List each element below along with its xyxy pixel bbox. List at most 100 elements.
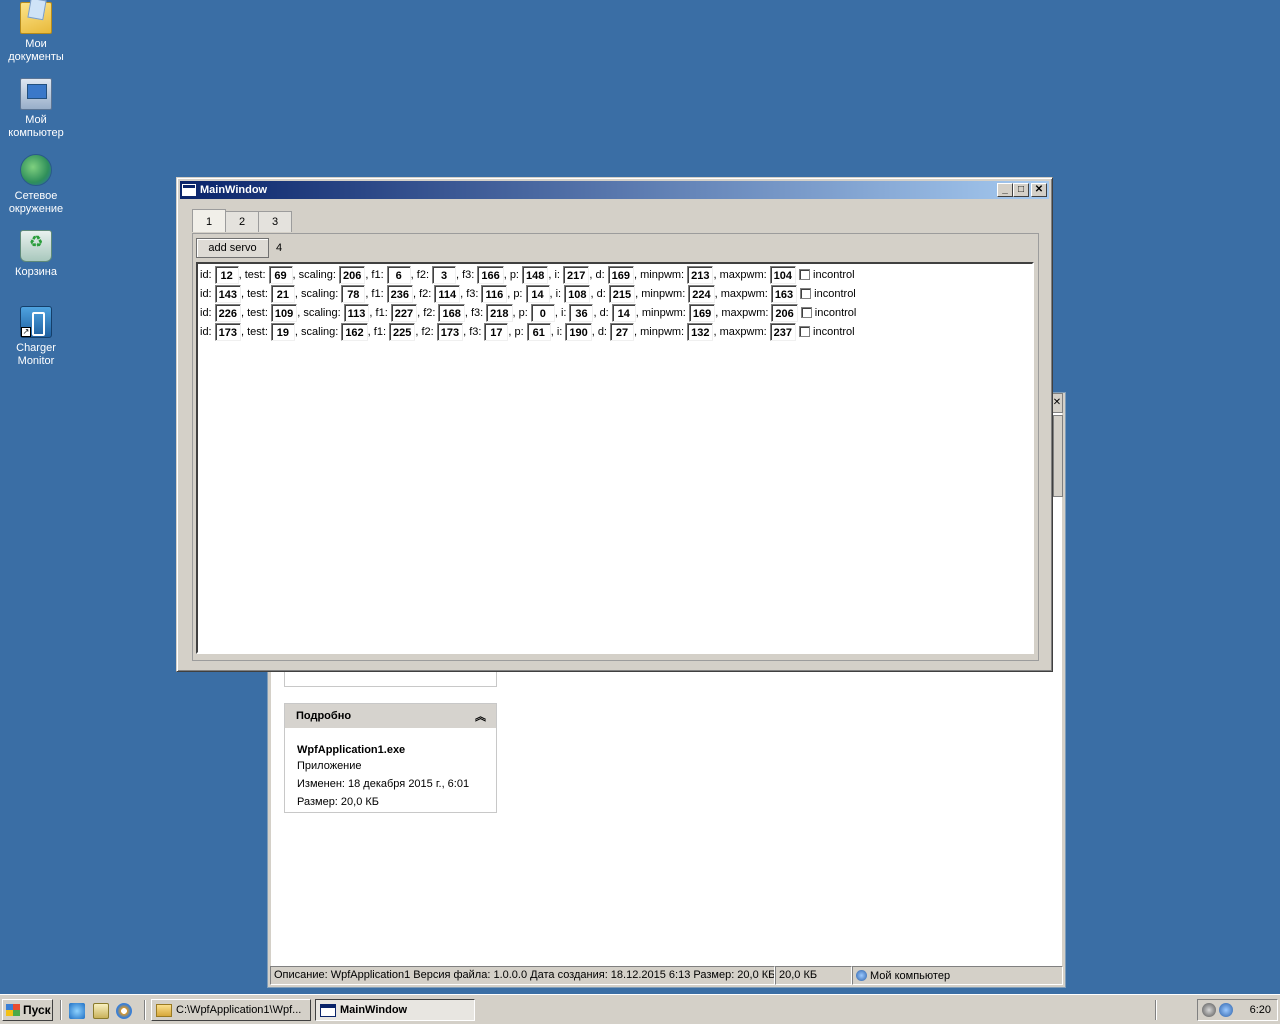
i-value-field[interactable]: 108: [564, 284, 591, 303]
f1-value-field[interactable]: 225: [389, 322, 416, 341]
f2-value-field[interactable]: 173: [436, 322, 464, 341]
d-value-field[interactable]: 169: [607, 265, 634, 284]
id-value-field[interactable]: 12: [214, 265, 239, 284]
desktop-icon-my-documents[interactable]: Мои документы: [0, 2, 72, 64]
servo-row: id: 12, test: 69, scaling: 206, f1: 6, f2: 3,…: [200, 265, 1032, 284]
minimize-button[interactable]: _: [997, 183, 1013, 197]
field-label-f1: , f1:: [365, 268, 384, 281]
id-value-field[interactable]: 143: [214, 284, 241, 303]
tray-app-icon[interactable]: [1202, 1003, 1216, 1017]
scaling-value-field[interactable]: 206: [338, 265, 366, 284]
tray-network-icon[interactable]: [1219, 1003, 1233, 1017]
servo-list[interactable]: id: 12, test: 69, scaling: 206, f1: 6, f2: 3,…: [196, 262, 1034, 654]
f2-value-field[interactable]: 168: [438, 303, 465, 322]
desktop-icon-network[interactable]: Сетевое окружение: [0, 154, 72, 216]
test-value-field[interactable]: 109: [270, 303, 298, 322]
incontrol-checkbox[interactable]: [799, 326, 811, 337]
field-label-d: , d:: [589, 268, 605, 281]
id-value-field[interactable]: 173: [214, 322, 241, 341]
window-icon: [182, 184, 196, 196]
desktop-icon-recycle-bin[interactable]: Корзина: [0, 230, 72, 279]
clock: 6:20: [1249, 1004, 1271, 1016]
f3-value-field[interactable]: 17: [484, 322, 509, 341]
incontrol-checkbox[interactable]: [800, 288, 812, 299]
taskbar-button-explorer[interactable]: C:\WpfApplication1\Wpf...: [151, 999, 311, 1021]
field-label-f3: , f3:: [456, 268, 475, 281]
desktop-icon-label: Корзина: [15, 266, 57, 278]
field-label-scaling: , scaling:: [297, 306, 341, 319]
field-label-minpwm: , minpwm:: [635, 287, 686, 300]
minpwm-value-field[interactable]: 224: [688, 284, 715, 303]
scaling-value-field[interactable]: 113: [343, 303, 370, 322]
f3-value-field[interactable]: 218: [486, 303, 513, 322]
minpwm-value-field[interactable]: 169: [688, 303, 716, 322]
scaling-value-field[interactable]: 78: [341, 284, 366, 303]
explorer-scrollbar[interactable]: [1053, 415, 1063, 497]
incontrol-label: incontrol: [813, 268, 855, 281]
media-player-icon[interactable]: [116, 1003, 132, 1019]
incontrol-checkbox[interactable]: [800, 307, 812, 318]
field-label-id: id:: [200, 268, 212, 281]
maximize-button[interactable]: □: [1013, 183, 1029, 197]
test-value-field[interactable]: 69: [268, 265, 293, 284]
incontrol-checkbox[interactable]: [799, 269, 811, 280]
minpwm-value-field[interactable]: 132: [687, 322, 714, 341]
d-value-field[interactable]: 14: [611, 303, 636, 322]
f1-value-field[interactable]: 236: [386, 284, 414, 303]
desktop-icon-charger-monitor[interactable]: ↗ Charger Monitor: [0, 306, 72, 368]
i-value-field[interactable]: 190: [565, 322, 592, 341]
maxpwm-value-field[interactable]: 163: [770, 284, 798, 303]
details-header[interactable]: Подробно ︽: [285, 704, 496, 728]
field-label-f2: , f2:: [413, 287, 432, 300]
i-value-field[interactable]: 217: [562, 265, 590, 284]
f1-value-field[interactable]: 227: [390, 303, 418, 322]
incontrol-label: incontrol: [814, 306, 857, 319]
tab-1[interactable]: 1: [192, 209, 226, 232]
p-value-field[interactable]: 61: [526, 322, 551, 341]
desktop-icon-my-computer[interactable]: Мой компьютер: [0, 78, 72, 140]
p-value-field[interactable]: 0: [530, 303, 555, 322]
d-value-field[interactable]: 215: [608, 284, 636, 303]
field-label-d: , d:: [590, 287, 606, 300]
tab-content: add servo 4 id: 12, test: 69, scaling: 206,…: [192, 233, 1039, 661]
d-value-field[interactable]: 27: [610, 322, 634, 341]
field-label-maxpwm: , maxpwm:: [713, 268, 767, 281]
field-label-i: , i:: [549, 287, 562, 300]
f3-value-field[interactable]: 116: [481, 284, 508, 303]
collapse-chevron-icon[interactable]: ︽: [475, 708, 486, 724]
start-button[interactable]: Пуск: [2, 999, 53, 1021]
window-icon: [320, 1003, 336, 1017]
tab-3[interactable]: 3: [258, 211, 292, 232]
minpwm-value-field[interactable]: 213: [687, 265, 714, 284]
id-value-field[interactable]: 226: [214, 303, 241, 322]
add-servo-button[interactable]: add servo: [196, 238, 269, 258]
maxpwm-value-field[interactable]: 206: [771, 303, 798, 322]
explorer-status-bar: Описание: WpfApplication1 Версия файла: …: [270, 966, 1063, 985]
f2-value-field[interactable]: 114: [434, 284, 461, 303]
taskbar: Пуск C:\WpfApplication1\Wpf... MainWindo…: [0, 994, 1280, 1024]
tab-2[interactable]: 2: [225, 211, 259, 232]
desktop-icon-label: Charger Monitor: [16, 342, 56, 367]
field-label-test: , test:: [240, 287, 268, 300]
test-value-field[interactable]: 19: [270, 322, 295, 341]
close-button[interactable]: ✕: [1031, 183, 1047, 197]
my-computer-icon: [20, 78, 52, 110]
f3-value-field[interactable]: 166: [477, 265, 504, 284]
notepad-icon[interactable]: [93, 1003, 109, 1019]
test-value-field[interactable]: 21: [270, 284, 295, 303]
taskbar-button-mainwindow[interactable]: MainWindow: [315, 999, 475, 1021]
window-title: MainWindow: [200, 184, 268, 196]
i-value-field[interactable]: 36: [569, 303, 594, 322]
f1-value-field[interactable]: 6: [386, 265, 411, 284]
p-value-field[interactable]: 148: [522, 265, 549, 284]
maxpwm-value-field[interactable]: 104: [769, 265, 797, 284]
f2-value-field[interactable]: 3: [432, 265, 456, 284]
internet-explorer-icon[interactable]: [69, 1003, 85, 1019]
scaling-value-field[interactable]: 162: [341, 322, 368, 341]
p-value-field[interactable]: 14: [525, 284, 550, 303]
tab-strip: 1 2 3: [192, 209, 292, 232]
maxpwm-value-field[interactable]: 237: [769, 322, 797, 341]
windows-logo-icon: [6, 1004, 20, 1016]
field-label-test: , test:: [238, 268, 266, 281]
title-bar[interactable]: MainWindow _ □ ✕: [180, 181, 1049, 199]
